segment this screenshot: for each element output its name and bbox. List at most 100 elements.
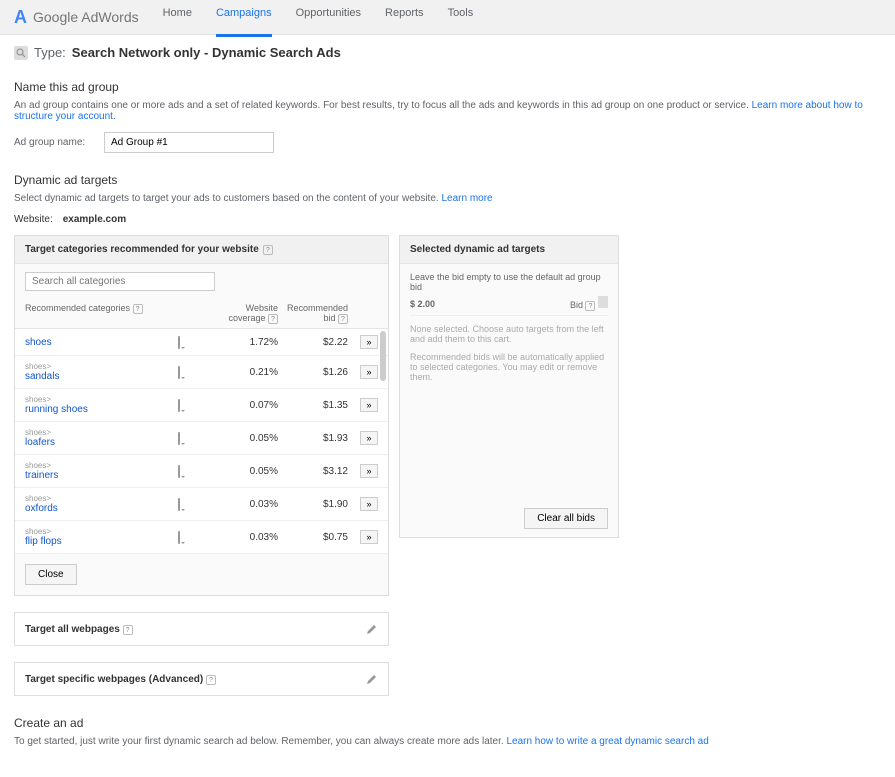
category-link[interactable]: sandals <box>25 371 59 382</box>
logo: A Google AdWords <box>14 7 139 28</box>
recommended-bid-value: $2.22 <box>278 337 348 348</box>
categories-table: shoes1.72%$2.22»shoes>sandals0.21%$1.26»… <box>15 329 388 554</box>
category-link[interactable]: oxfords <box>25 503 58 514</box>
category-row: shoes>oxfords 0.03%$1.90 » <box>15 488 388 521</box>
coverage-value: 0.07% <box>208 400 278 411</box>
type-value: Search Network only - Dynamic Search Ads <box>72 45 341 60</box>
help-icon[interactable]: ? <box>338 314 348 324</box>
recommended-bid-value: $1.35 <box>278 400 348 411</box>
category-row: shoes>trainers 0.05%$3.12 » <box>15 455 388 488</box>
recommended-bid-value: $0.75 <box>278 532 348 543</box>
category-link[interactable]: flip flops <box>25 536 62 547</box>
coverage-value: 0.05% <box>208 466 278 477</box>
nav-tabs: Home Campaigns Opportunities Reports Too… <box>163 7 474 27</box>
chat-icon[interactable] <box>178 498 180 511</box>
category-crumb: shoes> <box>25 395 178 404</box>
target-all-webpages-panel[interactable]: Target all webpages ? <box>14 612 389 646</box>
col-recbid: Recommended bid ? <box>278 303 348 324</box>
add-category-button[interactable]: » <box>360 530 378 544</box>
chat-icon[interactable] <box>178 336 180 349</box>
add-category-button[interactable]: » <box>360 431 378 445</box>
category-row: shoes 1.72%$2.22 » <box>15 329 388 356</box>
default-bid-value: $ 2.00 <box>410 299 435 309</box>
category-row: shoes>sandals0.21%$1.26» <box>15 356 388 389</box>
selected-panel-title: Selected dynamic ad targets <box>410 244 545 255</box>
help-icon[interactable]: ? <box>133 304 143 314</box>
section-title: Name this ad group <box>14 80 881 94</box>
category-search-input[interactable] <box>25 272 215 291</box>
target-specific-label: Target specific webpages (Advanced) <box>25 674 203 685</box>
help-icon[interactable]: ? <box>268 314 278 324</box>
category-crumb: shoes> <box>25 494 178 503</box>
coverage-value: 0.03% <box>208 532 278 543</box>
category-link[interactable]: shoes <box>25 337 52 348</box>
category-crumb: shoes> <box>25 461 178 470</box>
section-title: Dynamic ad targets <box>14 173 881 187</box>
search-type-icon <box>14 46 28 60</box>
categories-panel-title: Target categories recommended for your w… <box>25 244 259 255</box>
coverage-value: 1.72% <box>208 337 278 348</box>
logo-text: Google AdWords <box>33 9 139 25</box>
website-value: example.com <box>63 214 126 225</box>
add-category-button[interactable]: » <box>360 464 378 478</box>
nav-reports[interactable]: Reports <box>385 7 424 27</box>
chat-icon[interactable] <box>178 531 180 544</box>
category-link[interactable]: loafers <box>25 437 55 448</box>
section-desc: To get started, just write your first dy… <box>14 736 881 747</box>
target-specific-webpages-panel[interactable]: Target specific webpages (Advanced) ? <box>14 662 389 696</box>
dynamic-targets-section: Dynamic ad targets Select dynamic ad tar… <box>14 173 881 696</box>
logo-icon: A <box>14 7 27 28</box>
bid-column-label: Bid <box>570 300 583 310</box>
website-label: Website: <box>14 214 53 225</box>
help-icon[interactable]: ? <box>585 301 595 311</box>
selected-targets-panel: Selected dynamic ad targets Leave the bi… <box>399 235 619 538</box>
campaign-type-row: Type: Search Network only - Dynamic Sear… <box>14 45 881 60</box>
category-crumb: shoes> <box>25 362 178 371</box>
category-row: shoes>loafers0.05%$1.93» <box>15 422 388 455</box>
recommended-bid-value: $1.26 <box>278 367 348 378</box>
empty-state-2: Recommended bids will be automatically a… <box>410 352 608 382</box>
add-category-button[interactable]: » <box>360 335 378 349</box>
recommended-bid-value: $3.12 <box>278 466 348 477</box>
chat-icon[interactable] <box>178 465 180 478</box>
nav-campaigns[interactable]: Campaigns <box>216 7 272 37</box>
add-category-button[interactable]: » <box>360 365 378 379</box>
help-icon[interactable]: ? <box>263 245 273 255</box>
nav-opportunities[interactable]: Opportunities <box>296 7 361 27</box>
help-icon[interactable]: ? <box>123 625 133 635</box>
coverage-value: 0.03% <box>208 499 278 510</box>
chat-icon[interactable] <box>178 432 180 445</box>
nav-home[interactable]: Home <box>163 7 192 27</box>
trash-icon[interactable] <box>598 296 608 308</box>
close-button[interactable]: Close <box>25 564 77 585</box>
nav-tools[interactable]: Tools <box>448 7 474 27</box>
chat-icon[interactable] <box>178 366 180 379</box>
learn-more-link[interactable]: Learn more <box>441 193 492 204</box>
category-link[interactable]: running shoes <box>25 404 88 415</box>
default-bid-hint: Leave the bid empty to use the default a… <box>410 272 608 292</box>
categories-panel: Target categories recommended for your w… <box>14 235 389 596</box>
add-category-button[interactable]: » <box>360 497 378 511</box>
type-label: Type: <box>34 45 66 60</box>
category-row: shoes>running shoes 0.07%$1.35 » <box>15 389 388 422</box>
adgroup-name-input[interactable] <box>104 132 274 153</box>
top-navigation: A Google AdWords Home Campaigns Opportun… <box>0 0 895 35</box>
recommended-bid-value: $1.90 <box>278 499 348 510</box>
category-crumb: shoes> <box>25 428 178 437</box>
adgroup-name-label: Ad group name: <box>14 137 94 148</box>
target-all-label: Target all webpages <box>25 624 120 635</box>
clear-all-bids-button[interactable]: Clear all bids <box>524 508 608 529</box>
pencil-icon[interactable] <box>366 673 378 685</box>
scrollbar-thumb[interactable] <box>380 331 386 381</box>
category-link[interactable]: trainers <box>25 470 58 481</box>
section-desc: An ad group contains one or more ads and… <box>14 100 881 122</box>
help-icon[interactable]: ? <box>206 675 216 685</box>
category-row: shoes>flip flops 0.03%$0.75 » <box>15 521 388 554</box>
col-recommended: Recommended categories ? <box>25 303 178 324</box>
add-category-button[interactable]: » <box>360 398 378 412</box>
pencil-icon[interactable] <box>366 623 378 635</box>
category-crumb: shoes> <box>25 527 178 536</box>
create-ad-section: Create an ad To get started, just write … <box>14 716 881 747</box>
learn-write-ad-link[interactable]: Learn how to write a great dynamic searc… <box>506 736 708 747</box>
chat-icon[interactable] <box>178 399 180 412</box>
